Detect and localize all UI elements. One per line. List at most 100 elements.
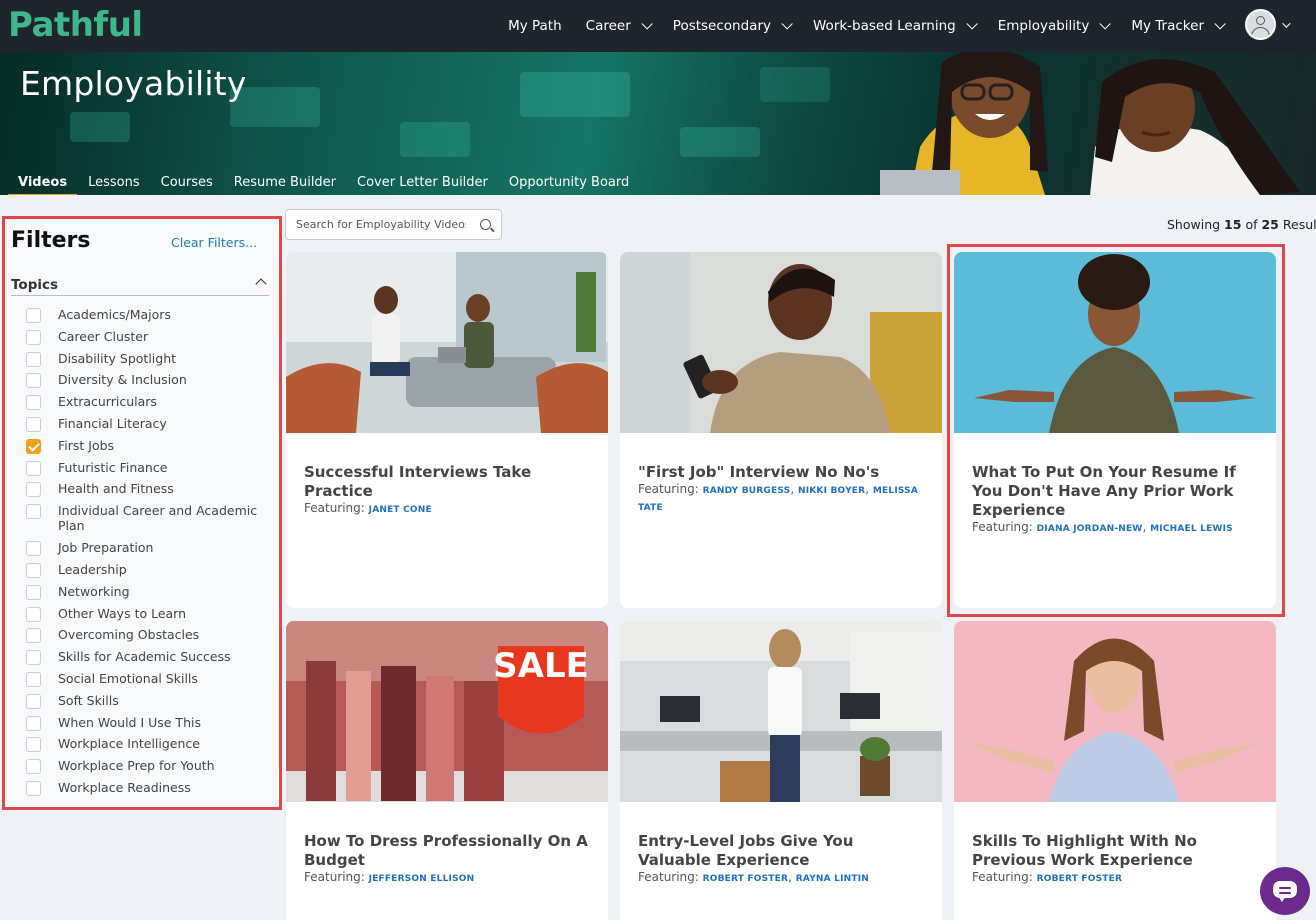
topic-filter-job-preparation[interactable]: Job Preparation xyxy=(26,540,276,562)
checkbox[interactable] xyxy=(26,693,41,709)
results-count: Showing 15 of 25 Results xyxy=(1167,217,1316,232)
nav-item-work-based-learning[interactable]: Work-based Learning xyxy=(813,18,978,34)
topic-filter-career-cluster[interactable]: Career Cluster xyxy=(26,329,276,351)
nav-item-my-tracker[interactable]: My Tracker xyxy=(1131,18,1226,34)
topic-filter-financial-literacy[interactable]: Financial Literacy xyxy=(26,416,276,438)
checkbox[interactable] xyxy=(26,416,41,432)
checkbox[interactable] xyxy=(26,460,41,476)
presenter-link[interactable]: JANET CONE xyxy=(369,505,432,515)
checkbox[interactable] xyxy=(26,780,41,796)
video-thumbnail[interactable] xyxy=(954,621,1276,802)
video-card[interactable]: SALE How To Dress Professionally On A Bud… xyxy=(286,621,608,920)
topic-filter-overcoming-obstacles[interactable]: Overcoming Obstacles xyxy=(26,627,276,649)
topic-filter-soft-skills[interactable]: Soft Skills xyxy=(26,693,276,715)
user-menu[interactable] xyxy=(1245,9,1291,40)
checkbox[interactable] xyxy=(26,562,41,578)
video-title[interactable]: Skills To Highlight With No Previous Wor… xyxy=(972,832,1264,870)
video-card[interactable]: Entry-Level Jobs Give You Valuable Exper… xyxy=(620,621,942,920)
video-thumbnail[interactable] xyxy=(286,252,608,433)
topic-label: Disability Spotlight xyxy=(58,350,177,366)
topic-filter-social-emotional-skills[interactable]: Social Emotional Skills xyxy=(26,671,276,693)
tab-lessons[interactable]: Lessons xyxy=(88,175,140,195)
presenter-link[interactable]: ROBERT FOSTER xyxy=(1037,874,1123,884)
topic-filter-extracurriculars[interactable]: Extracurriculars xyxy=(26,394,276,416)
nav-item-postsecondary[interactable]: Postsecondary xyxy=(673,18,793,34)
topic-filter-individual-career-and-academic-plan[interactable]: Individual Career and Academic Plan xyxy=(26,503,276,540)
checkbox[interactable] xyxy=(26,482,41,498)
checkbox[interactable] xyxy=(26,541,41,557)
pathful-logo[interactable]: Pathful xyxy=(8,2,143,48)
hero-photo xyxy=(880,52,1300,195)
topic-filter-academics-majors[interactable]: Academics/Majors xyxy=(26,307,276,329)
tab-videos[interactable]: Videos xyxy=(8,175,78,195)
checkbox[interactable] xyxy=(26,395,41,411)
video-title[interactable]: Entry-Level Jobs Give You Valuable Exper… xyxy=(638,832,930,870)
video-card[interactable]: Successful Interviews Take Practice Featu… xyxy=(286,252,608,608)
checkbox[interactable] xyxy=(26,650,41,666)
topic-filter-workplace-prep-for-youth[interactable]: Workplace Prep for Youth xyxy=(26,758,276,780)
topic-label: Health and Fitness xyxy=(58,481,174,497)
nav-item-career[interactable]: Career xyxy=(586,18,653,34)
chat-button[interactable] xyxy=(1260,867,1310,915)
tab-cover-letter-builder[interactable]: Cover Letter Builder xyxy=(357,175,488,195)
video-card[interactable]: What To Put On Your Resume If You Don't … xyxy=(954,252,1276,608)
presenter-link[interactable]: ROBERT FOSTER xyxy=(703,874,789,884)
topics-header[interactable]: Topics xyxy=(11,274,269,296)
topic-filter-workplace-readiness[interactable]: Workplace Readiness xyxy=(26,780,276,802)
video-thumbnail[interactable] xyxy=(954,252,1276,433)
nav-item-my-path[interactable]: My Path xyxy=(508,18,562,34)
presenter-link[interactable]: DIANA JORDAN-NEW xyxy=(1037,524,1143,534)
presenter-link[interactable]: MICHAEL LEWIS xyxy=(1150,524,1233,534)
checkbox[interactable] xyxy=(26,329,41,345)
nav-item-label: My Tracker xyxy=(1131,18,1204,34)
topic-filter-when-would-i-use-this[interactable]: When Would I Use This xyxy=(26,715,276,737)
video-card[interactable]: "First Job" Interview No No's Featuring: … xyxy=(620,252,942,608)
video-thumbnail[interactable]: SALE xyxy=(286,621,608,802)
search-input[interactable] xyxy=(286,218,466,231)
chevron-up-icon[interactable] xyxy=(255,278,267,290)
topic-filter-disability-spotlight[interactable]: Disability Spotlight xyxy=(26,351,276,373)
checkbox[interactable] xyxy=(26,504,41,520)
checkbox[interactable] xyxy=(26,671,41,687)
presenter-link[interactable]: RAYNA LINTIN xyxy=(796,874,869,884)
checkbox[interactable] xyxy=(26,606,41,622)
video-card[interactable]: Skills To Highlight With No Previous Wor… xyxy=(954,621,1276,920)
video-thumbnail[interactable] xyxy=(620,252,942,433)
topic-filter-networking[interactable]: Networking xyxy=(26,584,276,606)
checkbox[interactable] xyxy=(26,308,41,323)
video-thumbnail[interactable] xyxy=(620,621,942,802)
topic-filter-leadership[interactable]: Leadership xyxy=(26,562,276,584)
topic-filter-health-and-fitness[interactable]: Health and Fitness xyxy=(26,481,276,503)
topic-filter-futuristic-finance[interactable]: Futuristic Finance xyxy=(26,460,276,482)
topic-filter-other-ways-to-learn[interactable]: Other Ways to Learn xyxy=(26,606,276,628)
topic-filter-diversity-inclusion[interactable]: Diversity & Inclusion xyxy=(26,372,276,394)
checkbox[interactable] xyxy=(26,584,41,600)
tab-resume-builder[interactable]: Resume Builder xyxy=(234,175,336,195)
search-box[interactable] xyxy=(285,209,502,240)
topic-filter-workplace-intelligence[interactable]: Workplace Intelligence xyxy=(26,736,276,758)
topic-filter-first-jobs[interactable]: First Jobs xyxy=(26,438,276,460)
checkbox[interactable] xyxy=(26,737,41,753)
video-title[interactable]: "First Job" Interview No No's xyxy=(638,463,930,482)
checkbox[interactable] xyxy=(26,438,41,454)
tab-opportunity-board[interactable]: Opportunity Board xyxy=(509,175,629,195)
tab-courses[interactable]: Courses xyxy=(161,175,213,195)
video-title[interactable]: What To Put On Your Resume If You Don't … xyxy=(972,463,1264,520)
presenter-link[interactable]: NIKKI BOYER xyxy=(798,486,865,496)
checkbox[interactable] xyxy=(26,373,41,389)
featuring-label: Featuring: xyxy=(304,870,369,884)
nav-item-employability[interactable]: Employability xyxy=(998,18,1112,34)
search-icon[interactable] xyxy=(480,219,491,230)
topic-label: Extracurriculars xyxy=(58,394,157,410)
checkbox[interactable] xyxy=(26,715,41,731)
checkbox[interactable] xyxy=(26,759,41,775)
video-title[interactable]: Successful Interviews Take Practice xyxy=(304,463,596,501)
clear-filters-link[interactable]: Clear Filters... xyxy=(171,235,257,250)
checkbox[interactable] xyxy=(26,628,41,644)
video-title[interactable]: How To Dress Professionally On A Budget xyxy=(304,832,596,870)
topic-filter-skills-for-academic-success[interactable]: Skills for Academic Success xyxy=(26,649,276,671)
checkbox[interactable] xyxy=(26,351,41,367)
results-of: of xyxy=(1245,217,1258,232)
presenter-link[interactable]: JEFFERSON ELLISON xyxy=(369,874,475,884)
presenter-link[interactable]: RANDY BURGESS xyxy=(703,486,791,496)
